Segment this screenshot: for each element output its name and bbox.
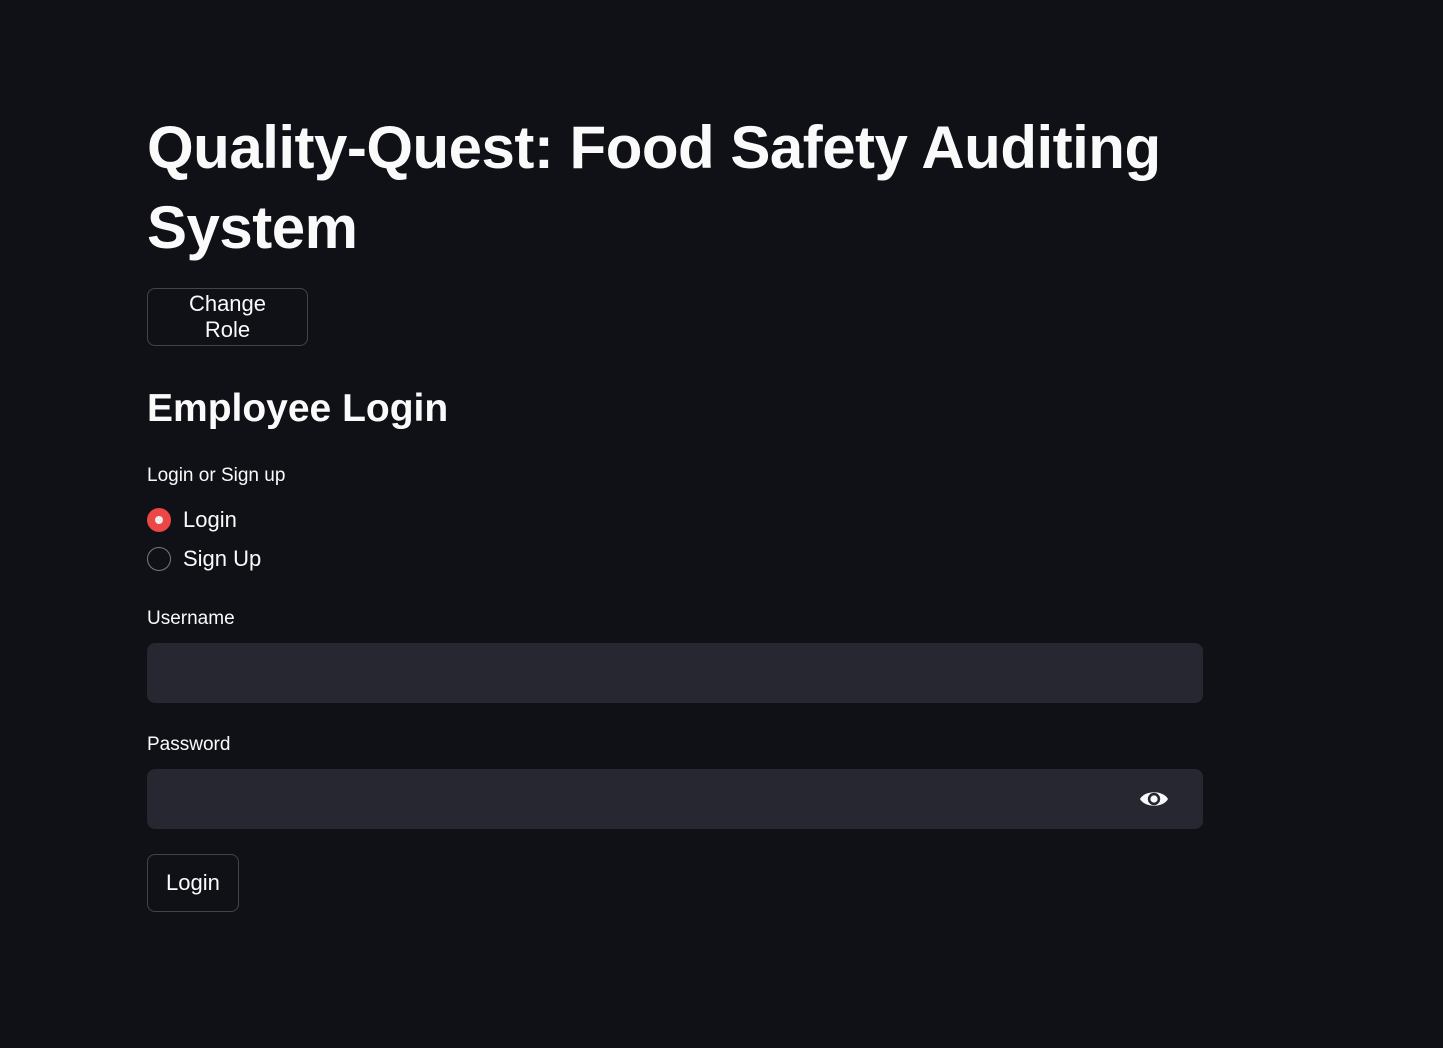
radio-option-label: Login <box>183 507 237 532</box>
auth-mode-label: Login or Sign up <box>147 465 286 486</box>
radio-checked-icon[interactable] <box>147 508 171 532</box>
eye-icon[interactable] <box>1138 786 1170 812</box>
password-label: Password <box>147 734 231 755</box>
password-input[interactable] <box>147 769 1139 827</box>
section-subheader: Employee Login <box>147 387 449 430</box>
password-field-container[interactable] <box>147 769 1203 829</box>
login-submit-button[interactable]: Login <box>147 854 239 912</box>
username-input[interactable] <box>147 643 1139 701</box>
change-role-button[interactable]: Change Role <box>147 288 308 346</box>
username-label: Username <box>147 608 235 629</box>
radio-unchecked-icon[interactable] <box>147 547 171 571</box>
radio-option-label: Sign Up <box>183 546 262 571</box>
radio-option-login[interactable]: Login <box>147 506 237 534</box>
page-title: Quality-Quest: Food Safety Auditing Syst… <box>147 114 1161 261</box>
username-field-container[interactable] <box>147 643 1203 703</box>
radio-option-sign-up[interactable]: Sign Up <box>147 545 261 573</box>
